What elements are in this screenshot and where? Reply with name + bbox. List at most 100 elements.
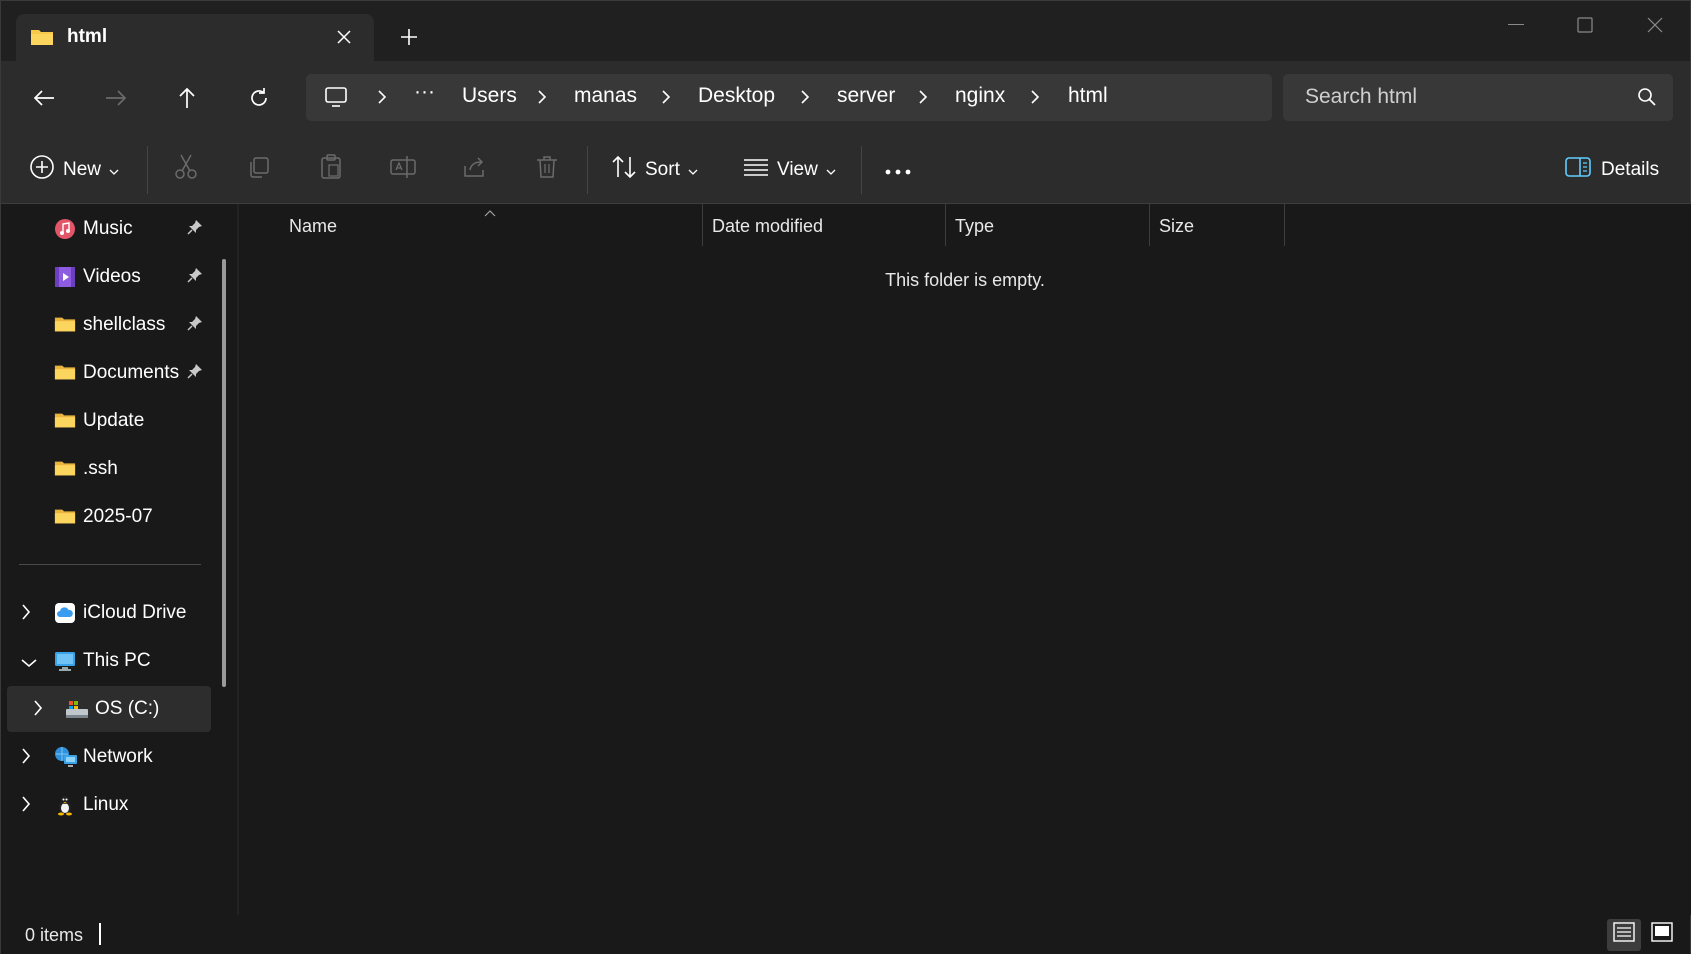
close-window-button[interactable] <box>1630 9 1680 41</box>
sidebar-item-label: .ssh <box>83 458 118 479</box>
sort-ascending-icon <box>484 201 496 223</box>
address-bar[interactable]: ··· Users manas Desktop server nginx htm… <box>306 74 1272 121</box>
chevron-right-icon[interactable] <box>1025 87 1045 107</box>
search-icon[interactable] <box>1637 87 1657 113</box>
pin-icon[interactable] <box>187 267 203 289</box>
column-header-label: Date modified <box>712 216 824 236</box>
column-separator[interactable] <box>1284 204 1285 246</box>
large-icons-view-button[interactable] <box>1645 919 1679 951</box>
status-bar: 0 items <box>1 915 1690 954</box>
column-header-label: Size <box>1159 216 1195 236</box>
videos-icon <box>54 266 76 288</box>
computer-icon <box>324 85 348 115</box>
breadcrumb-server[interactable]: server <box>837 84 895 108</box>
details-button[interactable]: Details <box>1565 156 1659 184</box>
column-header-label: Name <box>289 216 338 236</box>
up-button[interactable] <box>167 78 207 118</box>
details-view-button[interactable] <box>1607 919 1641 951</box>
sidebar-item-icloud-drive[interactable]: iCloud Drive <box>7 590 211 636</box>
folder-icon <box>30 27 54 53</box>
sidebar-item-label: Linux <box>83 794 129 815</box>
network-icon <box>54 746 77 768</box>
pin-icon[interactable] <box>187 315 203 337</box>
chevron-down-icon[interactable] <box>21 652 37 674</box>
tab-html[interactable]: html <box>16 14 374 61</box>
trash-icon <box>536 155 558 185</box>
breadcrumb-manas[interactable]: manas <box>574 84 637 108</box>
icloud-icon <box>54 602 76 624</box>
paste-button[interactable] <box>319 154 343 186</box>
view-button[interactable]: View <box>743 156 836 184</box>
sidebar-item-label: shellclass <box>83 314 166 335</box>
breadcrumb-users[interactable]: Users <box>462 84 517 108</box>
navigation-bar: ··· Users manas Desktop server nginx htm… <box>1 61 1690 134</box>
close-tab-icon[interactable] <box>331 24 357 50</box>
copy-icon <box>247 155 271 185</box>
sidebar-item-this-pc[interactable]: This PC <box>7 638 211 684</box>
tiles-view-icon <box>1651 922 1673 948</box>
sidebar-item-ssh[interactable]: .ssh <box>7 446 211 492</box>
minimize-button[interactable] <box>1491 9 1541 41</box>
sidebar-item-update[interactable]: Update <box>7 398 211 444</box>
breadcrumb-html[interactable]: html <box>1068 84 1108 108</box>
sidebar-item-linux[interactable]: Linux <box>7 782 211 828</box>
sidebar-item-label: Videos <box>83 266 141 287</box>
sidebar-scrollbar[interactable] <box>222 259 226 687</box>
maximize-button[interactable] <box>1560 9 1610 41</box>
chevron-right-icon[interactable] <box>33 700 43 722</box>
chevron-right-icon <box>372 87 392 107</box>
chevron-right-icon[interactable] <box>21 604 31 626</box>
more-options-button[interactable] <box>885 156 911 184</box>
chevron-right-icon[interactable] <box>913 87 933 107</box>
sidebar-item-network[interactable]: Network <box>7 734 211 780</box>
sort-label: Sort <box>645 159 680 180</box>
clipboard-icon <box>319 154 343 186</box>
chevron-right-icon[interactable] <box>21 796 31 818</box>
rename-button[interactable] <box>390 156 416 184</box>
computer-icon <box>54 650 76 672</box>
back-button[interactable] <box>24 78 64 118</box>
chevron-right-icon[interactable] <box>795 87 815 107</box>
command-bar: New Sort View Details <box>1 134 1690 204</box>
new-label: New <box>63 159 102 180</box>
sidebar-item-label: 2025-07 <box>83 506 153 527</box>
sidebar-item-shellclass[interactable]: shellclass <box>7 302 211 348</box>
sidebar-item-videos[interactable]: Videos <box>7 254 211 300</box>
pin-icon[interactable] <box>187 363 203 385</box>
refresh-button[interactable] <box>239 78 279 118</box>
delete-button[interactable] <box>536 156 558 184</box>
chevron-right-icon[interactable] <box>532 87 552 107</box>
scissors-icon <box>175 154 197 186</box>
chevron-right-icon[interactable] <box>656 87 676 107</box>
column-header-type[interactable]: Type <box>945 204 1149 246</box>
details-label: Details <box>1601 159 1660 180</box>
breadcrumb-overflow[interactable]: ··· <box>414 80 435 104</box>
pin-icon[interactable] <box>187 219 203 241</box>
share-button[interactable] <box>463 156 487 184</box>
column-header-name[interactable]: Name <box>239 204 702 246</box>
new-button[interactable]: New <box>29 155 119 184</box>
copy-button[interactable] <box>247 156 271 184</box>
empty-folder-message: This folder is empty. <box>885 270 1045 290</box>
search-input[interactable]: Search html <box>1283 74 1673 121</box>
folder-icon <box>54 362 76 384</box>
cut-button[interactable] <box>175 154 197 186</box>
column-header-date-modified[interactable]: Date modified <box>702 204 945 246</box>
new-tab-button[interactable] <box>394 22 424 52</box>
sidebar-item-2025-07[interactable]: 2025-07 <box>7 494 211 540</box>
toolbar-divider <box>147 146 148 194</box>
sort-button[interactable]: Sort <box>611 155 698 184</box>
sidebar-item-label: iCloud Drive <box>83 602 187 623</box>
column-header-label: Type <box>955 216 995 236</box>
sidebar-item-label: Update <box>83 410 145 431</box>
sidebar-item-music[interactable]: Music <box>7 206 211 252</box>
breadcrumb-desktop[interactable]: Desktop <box>698 84 775 108</box>
forward-button[interactable] <box>96 78 136 118</box>
breadcrumb-nginx[interactable]: nginx <box>955 84 1005 108</box>
chevron-right-icon[interactable] <box>21 748 31 770</box>
details-pane-icon <box>1565 156 1591 184</box>
text-cursor <box>99 923 101 945</box>
sidebar-item-documents[interactable]: Documents <box>7 350 211 396</box>
column-header-size[interactable]: Size <box>1149 204 1284 246</box>
sidebar-item-os-c[interactable]: OS (C:) <box>7 686 211 732</box>
